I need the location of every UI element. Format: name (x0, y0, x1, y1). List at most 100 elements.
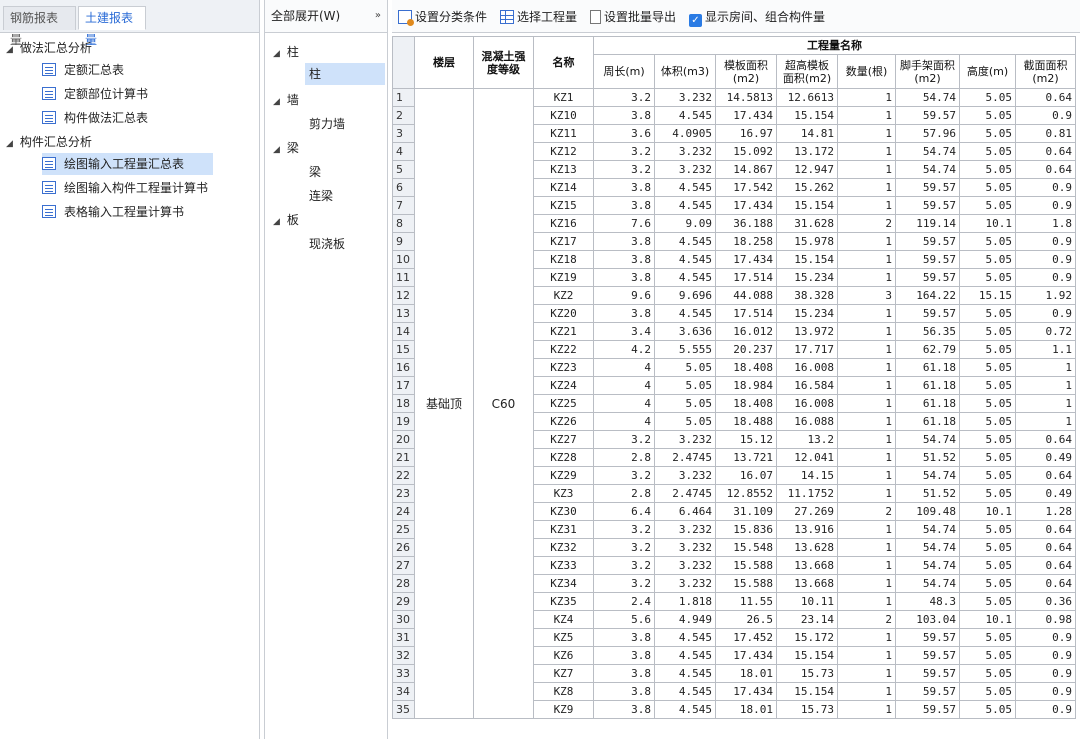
cell-volume[interactable]: 3.232 (654, 538, 716, 557)
cell-volume[interactable]: 4.545 (654, 268, 716, 287)
cell-scaffold-area[interactable]: 48.3 (895, 592, 960, 611)
cell-formwork-area[interactable]: 31.109 (715, 502, 777, 521)
show-rooms-checkbox[interactable]: ✓ 显示房间、组合构件量 (689, 8, 825, 27)
cell-formwork-area[interactable]: 16.07 (715, 466, 777, 485)
cell-formwork-area[interactable]: 16.97 (715, 124, 777, 143)
header-concrete-grade[interactable]: 混凝土强度等级 (473, 36, 534, 89)
cell-scaffold-area[interactable]: 59.57 (895, 250, 960, 269)
cell-volume[interactable]: 3.232 (654, 520, 716, 539)
filter-group-column[interactable]: ◢ 柱 (273, 41, 299, 63)
cell-height[interactable]: 10.1 (959, 610, 1016, 629)
cell-count[interactable]: 1 (837, 322, 896, 341)
cell-count[interactable]: 1 (837, 142, 896, 161)
cell-high-formwork-area[interactable]: 31.628 (776, 214, 838, 233)
cell-formwork-area[interactable]: 17.434 (715, 646, 777, 665)
cell-name[interactable]: KZ22 (533, 340, 594, 359)
cell-count[interactable]: 1 (837, 448, 896, 467)
cell-volume[interactable]: 4.545 (654, 664, 716, 683)
cell-name[interactable]: KZ29 (533, 466, 594, 485)
cell-high-formwork-area[interactable]: 15.234 (776, 304, 838, 323)
cell-section-area[interactable]: 0.49 (1015, 448, 1076, 467)
cell-section-area[interactable]: 0.64 (1015, 430, 1076, 449)
cell-formwork-area[interactable]: 18.01 (715, 700, 777, 719)
cell-section-area[interactable]: 1 (1015, 376, 1076, 395)
cell-scaffold-area[interactable]: 54.74 (895, 556, 960, 575)
cell-perimeter[interactable]: 3.2 (593, 574, 655, 593)
row-number[interactable]: 28 (392, 574, 415, 593)
cell-count[interactable]: 1 (837, 160, 896, 179)
cell-scaffold-area[interactable]: 54.74 (895, 574, 960, 593)
cell-perimeter[interactable]: 3.8 (593, 700, 655, 719)
cell-scaffold-area[interactable]: 54.74 (895, 520, 960, 539)
cell-high-formwork-area[interactable]: 16.584 (776, 376, 838, 395)
header-perimeter[interactable]: 周长(m) (593, 54, 655, 89)
cell-volume[interactable]: 5.05 (654, 376, 716, 395)
cell-section-area[interactable]: 0.9 (1015, 304, 1076, 323)
row-number[interactable]: 26 (392, 538, 415, 557)
filter-item-shear-wall[interactable]: 剪力墙 (309, 113, 345, 135)
row-number[interactable]: 11 (392, 268, 415, 287)
row-number[interactable]: 1 (392, 88, 415, 107)
cell-high-formwork-area[interactable]: 13.2 (776, 430, 838, 449)
cell-height[interactable]: 5.05 (959, 250, 1016, 269)
cell-name[interactable]: KZ28 (533, 448, 594, 467)
cell-high-formwork-area[interactable]: 12.6613 (776, 88, 838, 107)
cell-floor[interactable]: 基础顶 (414, 88, 474, 719)
cell-scaffold-area[interactable]: 61.18 (895, 376, 960, 395)
cell-height[interactable]: 5.05 (959, 700, 1016, 719)
cell-scaffold-area[interactable]: 54.74 (895, 466, 960, 485)
cell-count[interactable]: 1 (837, 592, 896, 611)
expand-all-dropdown[interactable]: 全部展开(W) » (265, 0, 387, 33)
cell-count[interactable]: 1 (837, 430, 896, 449)
cell-name[interactable]: KZ8 (533, 682, 594, 701)
cell-formwork-area[interactable]: 17.514 (715, 268, 777, 287)
cell-volume[interactable]: 6.464 (654, 502, 716, 521)
cell-scaffold-area[interactable]: 59.57 (895, 106, 960, 125)
cell-high-formwork-area[interactable]: 15.262 (776, 178, 838, 197)
cell-section-area[interactable]: 0.64 (1015, 574, 1076, 593)
cell-count[interactable]: 1 (837, 178, 896, 197)
cell-formwork-area[interactable]: 14.867 (715, 160, 777, 179)
cell-high-formwork-area[interactable]: 14.15 (776, 466, 838, 485)
cell-scaffold-area[interactable]: 59.57 (895, 268, 960, 287)
cell-high-formwork-area[interactable]: 27.269 (776, 502, 838, 521)
cell-volume[interactable]: 4.545 (654, 196, 716, 215)
cell-formwork-area[interactable]: 18.258 (715, 232, 777, 251)
cell-high-formwork-area[interactable]: 12.041 (776, 448, 838, 467)
cell-scaffold-area[interactable]: 164.22 (895, 286, 960, 305)
cell-volume[interactable]: 3.636 (654, 322, 716, 341)
cell-section-area[interactable]: 0.36 (1015, 592, 1076, 611)
header-height[interactable]: 高度(m) (959, 54, 1016, 89)
cell-perimeter[interactable]: 6.4 (593, 502, 655, 521)
cell-high-formwork-area[interactable]: 13.972 (776, 322, 838, 341)
cell-height[interactable]: 5.05 (959, 340, 1016, 359)
row-number[interactable]: 21 (392, 448, 415, 467)
header-high-formwork-area[interactable]: 超高模板面积(m2) (776, 54, 838, 89)
row-number[interactable]: 27 (392, 556, 415, 575)
cell-volume[interactable]: 9.09 (654, 214, 716, 233)
cell-section-area[interactable]: 0.64 (1015, 88, 1076, 107)
tree-item-quota-summary[interactable]: 定额汇总表 (42, 59, 124, 81)
cell-name[interactable]: KZ27 (533, 430, 594, 449)
cell-formwork-area[interactable]: 17.434 (715, 106, 777, 125)
cell-count[interactable]: 1 (837, 664, 896, 683)
cell-formwork-area[interactable]: 44.088 (715, 286, 777, 305)
header-section-area[interactable]: 截面面积(m2) (1015, 54, 1076, 89)
cell-volume[interactable]: 4.0905 (654, 124, 716, 143)
cell-count[interactable]: 1 (837, 250, 896, 269)
cell-height[interactable]: 5.05 (959, 268, 1016, 287)
cell-volume[interactable]: 5.05 (654, 358, 716, 377)
cell-height[interactable]: 5.05 (959, 628, 1016, 647)
cell-scaffold-area[interactable]: 62.79 (895, 340, 960, 359)
cell-scaffold-area[interactable]: 59.57 (895, 304, 960, 323)
cell-count[interactable]: 1 (837, 376, 896, 395)
cell-perimeter[interactable]: 3.8 (593, 196, 655, 215)
row-number[interactable]: 6 (392, 178, 415, 197)
row-number[interactable]: 9 (392, 232, 415, 251)
cell-name[interactable]: KZ19 (533, 268, 594, 287)
cell-section-area[interactable]: 1.92 (1015, 286, 1076, 305)
cell-name[interactable]: KZ25 (533, 394, 594, 413)
cell-formwork-area[interactable]: 17.434 (715, 682, 777, 701)
cell-count[interactable]: 1 (837, 574, 896, 593)
cell-high-formwork-area[interactable]: 15.154 (776, 682, 838, 701)
